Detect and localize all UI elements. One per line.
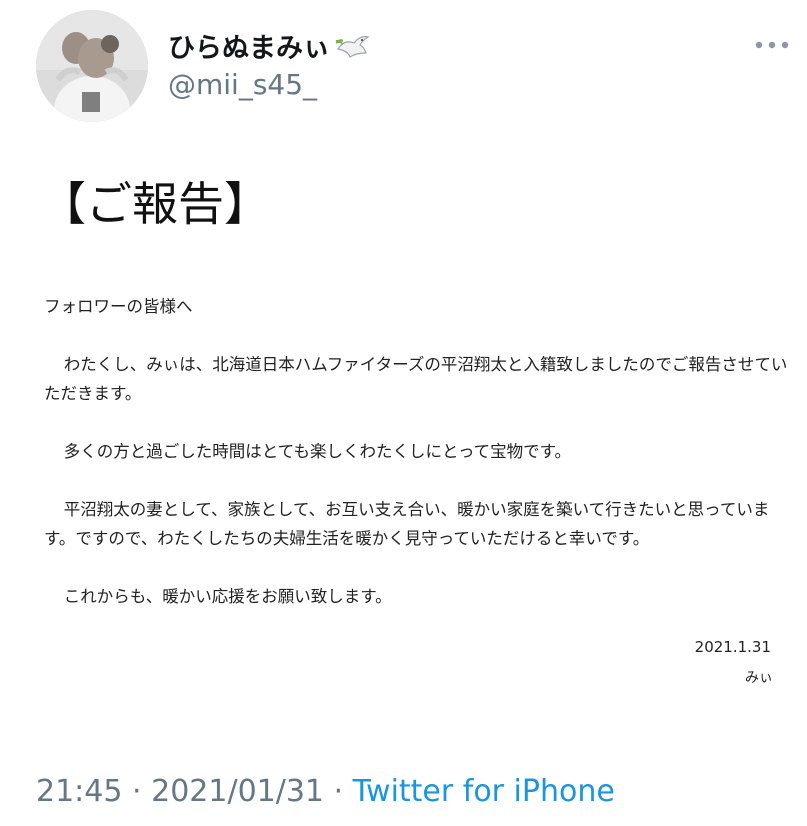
- tweet-meta: 21:45 · 2021/01/31 · Twitter for iPhone: [36, 774, 615, 809]
- tweet-source-link[interactable]: Twitter for iPhone: [353, 774, 615, 809]
- letter-body: フォロワーの皆様へ わたくし、みぃは、北海道日本ハムファイターズの平沼翔太と入籍…: [44, 292, 796, 611]
- dove-icon: [334, 31, 370, 61]
- letter-paragraph: 多くの方と過ごした時間はとても楽しくわたくしにとって宝物です。: [63, 442, 572, 461]
- author-handle[interactable]: @mii_s45_: [168, 68, 317, 101]
- signature-date: 2021.1.31: [694, 638, 771, 656]
- display-name-text: ひらぬまみぃ: [168, 33, 330, 64]
- more-options-button[interactable]: [750, 30, 794, 60]
- avatar-photo: [36, 10, 148, 122]
- tweet-date[interactable]: 2021/01/31: [151, 774, 324, 809]
- document-title: 【ご報告】: [40, 177, 270, 231]
- avatar[interactable]: [36, 10, 148, 122]
- author-display-name[interactable]: ひらぬまみぃ: [168, 26, 370, 65]
- more-horizontal-icon: [755, 41, 789, 49]
- letter-greeting: フォロワーの皆様へ: [44, 297, 193, 316]
- signature-name: みぃ: [745, 670, 773, 686]
- letter-paragraph: これからも、暖かい応援をお願い致します。: [63, 587, 392, 606]
- tweet-time[interactable]: 21:45: [36, 774, 122, 809]
- letter-paragraph: 平沼翔太の妻として、家族として、お互い支え合い、暖かい家庭を築いて行きたいと思っ…: [44, 500, 770, 548]
- meta-separator: ·: [333, 774, 344, 809]
- letter-paragraph: わたくし、みぃは、北海道日本ハムファイターズの平沼翔太と入籍致しましたのでご報告…: [44, 355, 788, 403]
- meta-separator: ·: [132, 774, 142, 809]
